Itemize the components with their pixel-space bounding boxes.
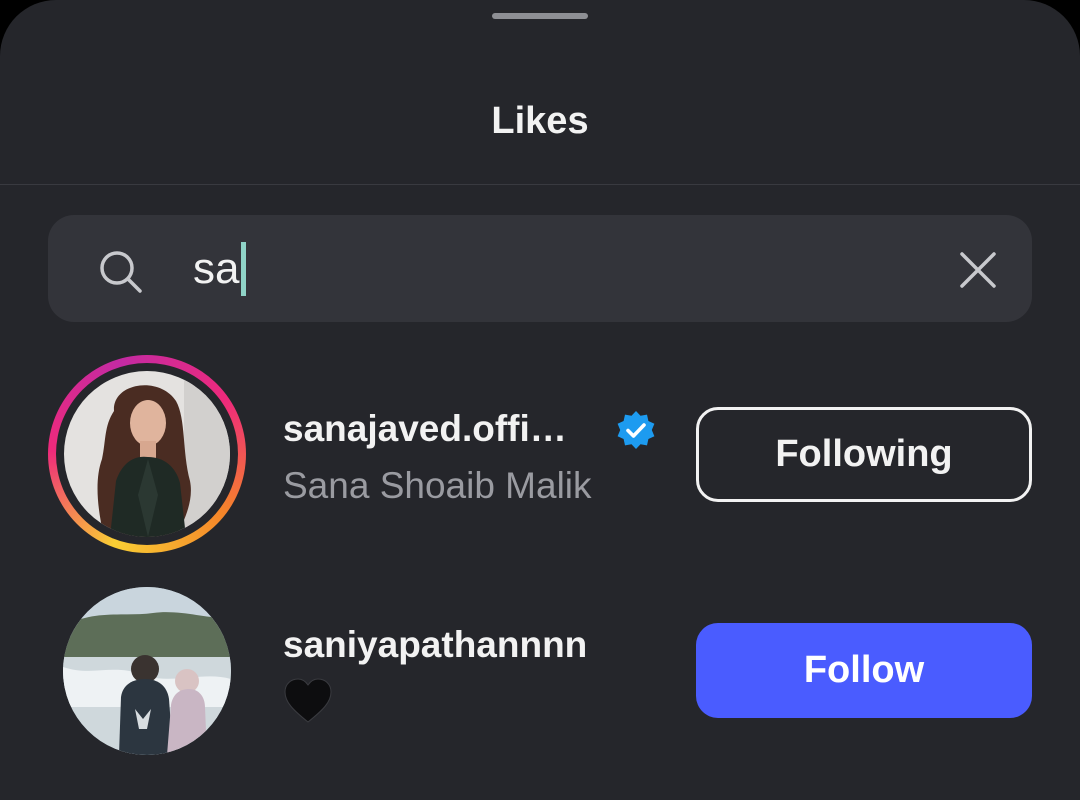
avatar-photo: [63, 587, 231, 755]
search-icon: [100, 251, 142, 293]
likes-bottom-sheet: Likes sa sanajaved.offi… Sana Shoaib Mal…: [0, 0, 1080, 800]
close-icon[interactable]: [954, 246, 1002, 294]
following-button[interactable]: Following: [696, 407, 1032, 502]
sheet-title: Likes: [491, 100, 589, 142]
follow-button[interactable]: Follow: [696, 623, 1032, 718]
avatar-photo: [64, 371, 230, 537]
search-input-value: sa: [193, 244, 240, 293]
avatar[interactable]: [63, 587, 231, 755]
header-divider: [0, 184, 1080, 185]
username[interactable]: sanajaved.offi…: [283, 408, 567, 450]
username[interactable]: saniyapathannnn: [283, 624, 587, 666]
sheet-drag-handle[interactable]: [492, 13, 588, 19]
text-cursor: [241, 242, 247, 296]
search-input[interactable]: sa: [193, 242, 247, 296]
black-heart-icon: [284, 678, 332, 723]
avatar[interactable]: [64, 371, 230, 537]
full-name: Sana Shoaib Malik: [283, 465, 592, 506]
verified-badge-icon: [617, 411, 655, 449]
